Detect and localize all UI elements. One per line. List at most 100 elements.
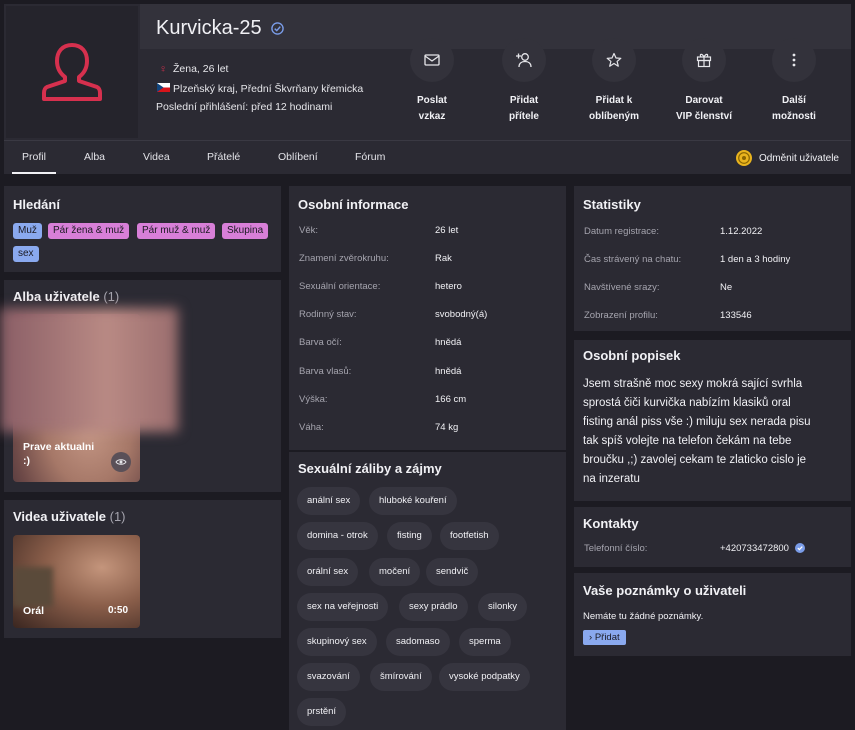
info-value: hnědá bbox=[435, 366, 462, 377]
verified-check-icon bbox=[794, 543, 805, 554]
videos-title: Videa uživatele (1) bbox=[13, 509, 126, 524]
phone-value: +420733472800 bbox=[720, 543, 805, 554]
info-value: 26 let bbox=[435, 225, 459, 236]
interest-chip[interactable]: anální sex bbox=[297, 487, 361, 515]
search-tag[interactable]: Skupina bbox=[222, 223, 269, 239]
interest-chip[interactable]: skupinový sex bbox=[297, 628, 377, 656]
interest-chip[interactable]: orální sex bbox=[297, 558, 359, 586]
bio-line: Jsem strašně moc sexy mokrá sající svrhl… bbox=[583, 378, 803, 390]
action-label: Poslat vzkaz bbox=[392, 93, 472, 125]
search-tag[interactable]: Muž bbox=[13, 223, 42, 239]
interest-chip[interactable]: sperma bbox=[459, 628, 511, 656]
gender-age: ♀ Žena, 26 let bbox=[156, 63, 228, 75]
tab-videos[interactable]: Videa bbox=[143, 141, 170, 174]
interest-chip[interactable]: silonky bbox=[478, 593, 528, 621]
action-label-line1: Přidat bbox=[509, 95, 539, 106]
tab-forum[interactable]: Fórum bbox=[355, 141, 385, 174]
info-value: 166 cm bbox=[435, 394, 467, 405]
album-label-text: Prave aktualni bbox=[23, 441, 95, 453]
info-value: svobodný(á) bbox=[435, 309, 488, 320]
notes-card: Vaše poznámky o uživateli Nemáte tu žádn… bbox=[574, 573, 851, 656]
add-note-button[interactable]: › Přidat bbox=[583, 630, 626, 645]
info-key: Rodinný stav: bbox=[299, 309, 357, 320]
interest-chip[interactable]: hluboké kouření bbox=[369, 487, 457, 515]
profile-name: Kurvicka-25 bbox=[156, 17, 284, 40]
info-key: Sexuální orientace: bbox=[299, 281, 381, 292]
interests-card: Sexuální záliby a zájmy anální sex hlubo… bbox=[289, 452, 566, 730]
tab-profile[interactable]: Profil bbox=[12, 141, 56, 174]
search-title: Hledání bbox=[13, 197, 60, 212]
interest-chip[interactable]: sexy prádlo bbox=[399, 593, 468, 621]
interest-chip[interactable]: prstění bbox=[297, 698, 347, 726]
albums-title: Alba uživatele (1) bbox=[13, 289, 119, 304]
interest-chip[interactable]: sendvič bbox=[426, 558, 479, 586]
verified-icon bbox=[271, 22, 284, 35]
search-tag[interactable]: Pár muž & muž bbox=[137, 223, 216, 239]
interest-chip[interactable]: vysoké podpatky bbox=[439, 663, 530, 691]
info-key: Barva očí: bbox=[299, 337, 342, 348]
action-label-line2: vzkaz bbox=[418, 111, 446, 122]
interest-chip[interactable]: fisting bbox=[387, 522, 432, 550]
video-thumbnail[interactable]: Orál 0:50 bbox=[13, 535, 140, 628]
add-favorite-button[interactable]: Přidat k oblíbeným bbox=[574, 38, 654, 125]
reward-user-button[interactable]: Odměnit uživatele bbox=[735, 149, 839, 167]
action-circle bbox=[502, 38, 546, 82]
albums-count: (1) bbox=[103, 289, 120, 304]
blurred-overlay bbox=[0, 308, 178, 432]
action-label: Přidat k oblíbeným bbox=[574, 93, 654, 125]
contacts-card: Kontakty Telefonní číslo: +420733472800 bbox=[574, 507, 851, 567]
stat-key: Navštívené srazy: bbox=[584, 282, 660, 293]
eye-icon bbox=[115, 459, 127, 465]
add-friend-button[interactable]: Přidat přítele bbox=[484, 38, 564, 125]
stat-value: Ne bbox=[720, 282, 733, 293]
add-friend-icon bbox=[516, 53, 532, 68]
interest-chip[interactable]: footfetish bbox=[440, 522, 499, 550]
bio-card: Osobní popisek Jsem strašně moc sexy mok… bbox=[574, 340, 851, 501]
stat-value: 1 den a 3 hodiny bbox=[720, 254, 791, 265]
tab-favorites[interactable]: Oblíbení bbox=[278, 141, 318, 174]
more-icon bbox=[792, 53, 796, 67]
info-value: hetero bbox=[435, 281, 462, 292]
more-options-button[interactable]: Další možnosti bbox=[754, 38, 834, 125]
interest-chip[interactable]: močení bbox=[369, 558, 421, 586]
envelope-icon bbox=[424, 54, 440, 66]
add-note-label: Přidat bbox=[594, 632, 620, 643]
send-message-button[interactable]: Poslat vzkaz bbox=[392, 38, 472, 125]
action-circle bbox=[592, 38, 636, 82]
eye-badge bbox=[111, 452, 131, 472]
gender-age-text: Žena, 26 let bbox=[173, 63, 229, 75]
interest-chip[interactable]: sex na veřejnosti bbox=[297, 593, 389, 621]
stat-value: 133546 bbox=[720, 310, 752, 321]
bio-line: broučku ,;) zavolej cekam te zlaticko ci… bbox=[583, 454, 807, 466]
action-label-line1: Poslat bbox=[416, 95, 447, 106]
interest-chip[interactable]: svazování bbox=[297, 663, 360, 691]
last-login: Poslední přihlášení: před 12 hodinami bbox=[156, 101, 333, 113]
videos-title-text: Videa uživatele bbox=[13, 509, 106, 524]
interest-chip[interactable]: sadomaso bbox=[386, 628, 450, 656]
stats-title: Statistiky bbox=[583, 197, 641, 212]
search-tag[interactable]: Pár žena & muž bbox=[48, 223, 130, 239]
video-blur-patch bbox=[13, 567, 53, 607]
female-symbol-icon: ♀ bbox=[159, 63, 167, 75]
stat-value: 1.12.2022 bbox=[720, 226, 763, 237]
action-label-line1: Darovat bbox=[685, 95, 723, 106]
tab-albums[interactable]: Alba bbox=[84, 141, 105, 174]
info-key: Znamení zvěrokruhu: bbox=[299, 253, 389, 264]
search-tag[interactable]: sex bbox=[13, 246, 39, 262]
action-label-line1: Přidat k bbox=[595, 95, 633, 106]
tab-friends[interactable]: Přátelé bbox=[207, 141, 240, 174]
info-key: Barva vlasů: bbox=[299, 366, 352, 377]
notes-title: Vaše poznámky o uživateli bbox=[583, 583, 747, 598]
profile-name-text: Kurvicka-25 bbox=[156, 17, 262, 39]
avatar bbox=[6, 6, 138, 138]
coin-icon bbox=[735, 150, 752, 166]
stat-key: Datum registrace: bbox=[584, 226, 659, 237]
bio-line: sprostá čiči kurvička nabízím klasiků or… bbox=[583, 397, 791, 409]
videos-card: Videa uživatele (1) Orál 0:50 bbox=[4, 500, 281, 638]
chevron-right-icon: › bbox=[589, 632, 593, 643]
interest-chip[interactable]: domina - otrok bbox=[297, 522, 378, 550]
video-label: Orál bbox=[23, 605, 45, 617]
gift-vip-button[interactable]: Darovat VIP členství bbox=[664, 38, 744, 125]
phone-label: Telefonní číslo: bbox=[584, 543, 648, 554]
interest-chip[interactable]: šmírování bbox=[370, 663, 432, 691]
